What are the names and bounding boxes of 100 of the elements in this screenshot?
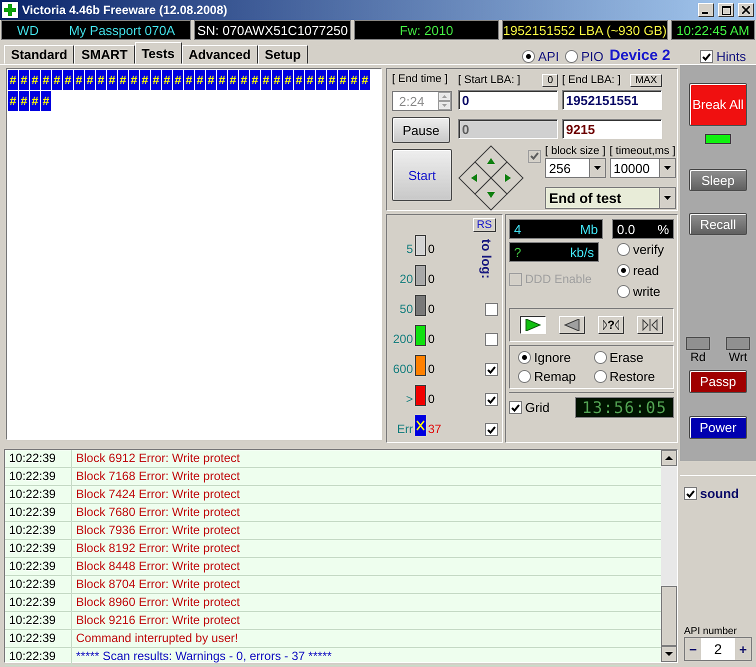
radio-label: API (538, 49, 560, 64)
radio-label: Restore (610, 369, 656, 384)
indicator-label: Rd (690, 350, 706, 364)
error-block: # (30, 70, 40, 90)
reverse-icon (564, 319, 580, 331)
radio-button[interactable] (518, 351, 531, 364)
scroll-up-icon[interactable] (661, 450, 677, 466)
checkbox[interactable] (509, 401, 522, 414)
size-readout: 4 Mb (509, 219, 603, 239)
radio-button[interactable] (594, 351, 606, 364)
radio-button[interactable] (565, 50, 578, 63)
minimize-button[interactable] (698, 3, 714, 17)
error-block: # (19, 70, 29, 90)
log-message: Block 8960 Error: Write protect (75, 594, 240, 611)
timer-display: 13:56:05 (574, 397, 674, 418)
recall-button[interactable]: Recall (689, 213, 747, 235)
power-button[interactable]: Power (689, 416, 747, 439)
error-block: # (294, 70, 304, 90)
error-block: # (272, 70, 282, 90)
field-label: [ Start LBA: ] (458, 74, 520, 86)
field-label: [ timeout,ms ] (610, 145, 676, 157)
error-block: # (239, 70, 249, 90)
radio-button[interactable] (518, 370, 531, 383)
break-all-button[interactable]: Break All (689, 83, 747, 126)
scroll-down-icon[interactable] (661, 646, 677, 662)
tab[interactable]: Standard (4, 45, 74, 64)
log-message: Block 7680 Error: Write protect (75, 504, 240, 521)
checkbox[interactable] (684, 487, 697, 500)
start-button[interactable]: Start (392, 149, 452, 201)
latency-label: 50 (398, 302, 413, 316)
error-block: # (261, 70, 271, 90)
log-message: Block 7424 Error: Write protect (75, 486, 240, 503)
error-block: # (118, 70, 128, 90)
latency-count: 0 (428, 242, 435, 256)
checkbox[interactable] (485, 333, 498, 346)
latency-count: 0 (428, 362, 435, 376)
sleep-button[interactable]: Sleep (689, 169, 747, 191)
log-time: 10:22:39 (5, 486, 72, 503)
latency-label: 600 (392, 362, 413, 376)
latency-label: 5 (405, 242, 413, 256)
radio-label: PIO (581, 49, 604, 64)
end-lba-field[interactable]: 1952151551 (562, 90, 662, 110)
error-block: # (206, 70, 216, 90)
direction-button[interactable]: ? (598, 316, 624, 334)
log-time: 10:22:39 (5, 576, 72, 593)
tab[interactable]: Setup (258, 45, 308, 64)
checkbox[interactable] (700, 50, 714, 63)
start-lba-field[interactable]: 0 (458, 90, 558, 110)
log-message: Block 8704 Error: Write protect (75, 576, 240, 593)
direction-button[interactable] (520, 316, 546, 334)
passp-button[interactable]: Passp (689, 370, 747, 393)
to-log-label: to log: (479, 239, 494, 279)
tab[interactable]: SMART (74, 45, 135, 64)
error-block: # (228, 70, 238, 90)
error-block: # (283, 70, 293, 90)
error-block: # (8, 91, 18, 111)
error-block: # (8, 70, 18, 90)
log-message: Block 7936 Error: Write protect (75, 522, 240, 539)
latency-label: 200 (392, 332, 413, 346)
radio-button[interactable] (616, 285, 630, 298)
radio-button[interactable] (616, 264, 630, 277)
error-block: # (250, 70, 260, 90)
current-lba-field: 0 (458, 119, 558, 139)
radio-button[interactable] (616, 243, 630, 256)
maximize-icon (722, 6, 730, 14)
info-text: 10:22:45 AM (676, 22, 750, 38)
scrollbar[interactable] (661, 450, 677, 662)
indicator-label: Wrt (728, 350, 748, 364)
checkbox[interactable] (485, 363, 498, 376)
close-button[interactable] (738, 3, 754, 17)
checkbox[interactable] (485, 393, 498, 406)
tab[interactable]: Advanced (182, 45, 258, 64)
info-text: My Passport 070A (68, 22, 176, 38)
log-time: 10:22:39 (5, 450, 72, 467)
tab[interactable]: Tests (134, 42, 182, 64)
error-block: # (316, 70, 326, 90)
max-button[interactable]: MAX (630, 74, 662, 86)
reset-button[interactable]: 0 (542, 74, 558, 86)
radio-button[interactable] (522, 50, 536, 63)
error-block: # (63, 70, 73, 90)
radio-label: verify (632, 242, 664, 257)
direction-pad-drawing[interactable] (458, 145, 524, 211)
log-message: Block 9216 Error: Write protect (75, 612, 240, 629)
pause-button[interactable]: Pause (392, 117, 450, 143)
radio-label: read (632, 263, 659, 278)
radio-button[interactable] (594, 370, 606, 383)
scroll-thumb[interactable] (661, 586, 677, 646)
latency-label: > (404, 392, 413, 406)
caret-icon (594, 166, 601, 170)
checkbox[interactable] (485, 423, 498, 436)
finish-action-dropdown[interactable]: End of test (545, 187, 676, 209)
butterfly-icon (642, 319, 658, 331)
checkbox[interactable] (485, 303, 498, 316)
maximize-button[interactable] (718, 3, 734, 17)
radio-label: write (632, 284, 660, 299)
reset-button[interactable]: RS (472, 218, 496, 232)
device-label: Device 2 (609, 47, 670, 64)
block-size-dropdown[interactable]: 256 (545, 158, 606, 178)
error-block: # (305, 70, 315, 90)
timeout-dropdown[interactable]: 10000 (610, 158, 676, 178)
